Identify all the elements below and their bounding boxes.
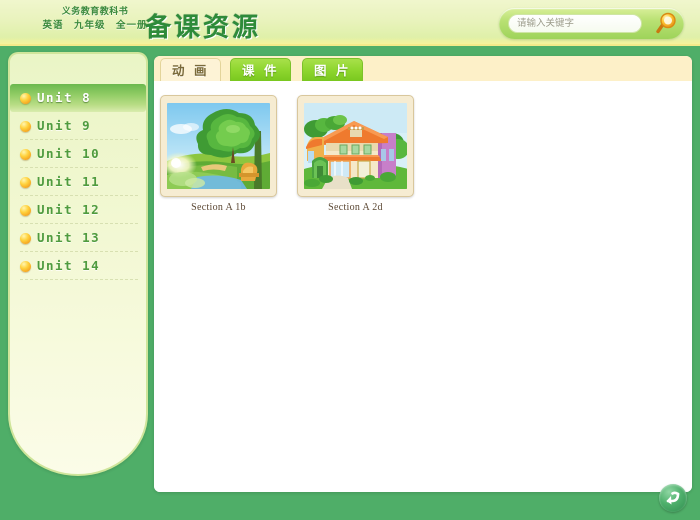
thumbnail-grid: Section A 1b Section A 2d (160, 95, 414, 213)
unit-list: Unit 8 Unit 9 Unit 10 Unit 11 Unit 12 Un… (10, 84, 146, 280)
sidebar-item-label: Unit 10 (37, 146, 101, 161)
sidebar-item-label: Unit 12 (37, 202, 101, 217)
search-button[interactable] (655, 12, 678, 35)
sidebar-item-unit-13[interactable]: Unit 13 (10, 224, 146, 252)
sidebar-item-unit-14[interactable]: Unit 14 (10, 252, 146, 280)
page-title: 备课资源 (145, 12, 262, 42)
search-bar (499, 8, 684, 39)
tab-bar: 动 画 课 件 图 片 (154, 56, 692, 85)
sidebar-item-label: Unit 8 (37, 90, 92, 105)
sidebar-item-unit-11[interactable]: Unit 11 (10, 168, 146, 196)
bullet-icon (20, 148, 31, 160)
app-window: 义务教育教科书 英语 九年级 全一册 备课资源 请输入关键字 Unit 8 Un… (0, 0, 700, 520)
resource-label: Section A 1b (191, 202, 246, 213)
bullet-icon (20, 204, 31, 216)
unit-sidebar: Unit 8 Unit 9 Unit 10 Unit 11 Unit 12 Un… (8, 52, 148, 476)
sidebar-item-label: Unit 13 (37, 230, 101, 245)
search-icon (656, 12, 676, 34)
sidebar-item-unit-8[interactable]: Unit 8 (10, 84, 146, 112)
thumbnail-frame (160, 95, 277, 197)
bullet-icon (20, 92, 31, 104)
textbook-series-line2: 英语 九年级 全一册 (42, 20, 148, 31)
resource-grid-area: Section A 1b Section A 2d (154, 81, 692, 492)
app-header: 义务教育教科书 英语 九年级 全一册 备课资源 (0, 0, 700, 46)
resource-card[interactable]: Section A 2d (297, 95, 414, 213)
return-arrow-icon (666, 491, 680, 505)
bullet-icon (20, 120, 31, 132)
sidebar-item-unit-9[interactable]: Unit 9 (10, 112, 146, 140)
thumbnail-frame (297, 95, 414, 197)
sidebar-item-label: Unit 11 (37, 174, 101, 189)
thumbnail-image-nature-scene (167, 103, 270, 189)
resource-label: Section A 2d (328, 202, 383, 213)
back-button[interactable] (659, 484, 687, 512)
thumbnail-image-house-scene (304, 103, 407, 189)
bullet-icon (20, 176, 31, 188)
sidebar-item-unit-10[interactable]: Unit 10 (10, 140, 146, 168)
resource-card[interactable]: Section A 1b (160, 95, 277, 213)
sidebar-item-label: Unit 9 (37, 118, 92, 133)
bullet-icon (20, 232, 31, 244)
content-panel: 动 画 课 件 图 片 Section A 1b Section A 2d (154, 56, 692, 492)
textbook-series-line1: 义务教育教科书 (61, 6, 129, 16)
bullet-icon (20, 260, 31, 272)
search-input[interactable] (508, 14, 642, 33)
sidebar-item-unit-12[interactable]: Unit 12 (10, 196, 146, 224)
sidebar-item-label: Unit 14 (37, 258, 101, 273)
